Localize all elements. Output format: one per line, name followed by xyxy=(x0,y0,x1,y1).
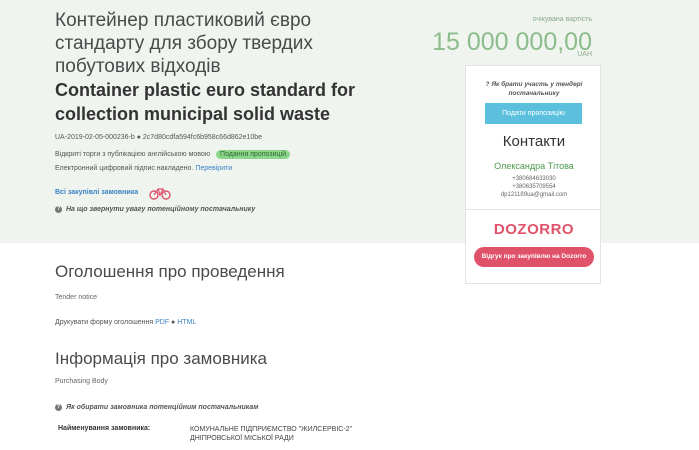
procedure-type-label: Відкриті торги з публікацією англійською… xyxy=(55,151,211,158)
print-pdf-link[interactable]: PDF xyxy=(155,319,169,326)
how-to-label: Як брати участь у тендері постачальнику xyxy=(491,81,583,97)
signature-line: Електронний цифровий підпис накладено. П… xyxy=(55,165,232,172)
question-icon: ? xyxy=(55,404,62,411)
price-value: 15 000 000,00 xyxy=(432,28,592,56)
buyer-title: Інформація про замовника xyxy=(55,349,268,368)
bicycle-icon[interactable] xyxy=(149,186,171,200)
contacts-title: Контакти xyxy=(502,133,566,150)
signature-text: Електронний цифровий підпис накладено. xyxy=(55,165,194,172)
status-badge: Подання пропозицій xyxy=(216,150,291,159)
notice-title: Оголошення про проведення xyxy=(55,262,285,281)
contact-name: Олександра Тітова xyxy=(494,161,574,171)
tender-title-en: Container plastic euro standard for coll… xyxy=(55,80,356,124)
buyer-name-value: КОМУНАЛЬНЕ ПІДПРИЄМСТВО "ЖИЛСЕРВІС-2" ДН… xyxy=(190,426,353,442)
tender-id: UA-2019-02-05-000236-b ● 2c7d80cdfa594fc… xyxy=(55,134,263,141)
print-notice-line: Друкувати форму оголошення PDF ● HTML xyxy=(55,319,196,326)
buyer-hint[interactable]: ? Як обирати замовника потенційним поста… xyxy=(55,404,258,411)
verify-signature-link[interactable]: Перевірити xyxy=(195,165,232,172)
sidebar-card: ? Як брати участь у тендері постачальник… xyxy=(465,65,602,284)
print-notice-label: Друкувати форму оголошення xyxy=(55,319,154,326)
dozorro-logo[interactable]: DOZORRO xyxy=(466,221,602,238)
dozorro-feedback-button[interactable]: Відгук про закупівлю на Dozorro xyxy=(474,247,594,267)
buyer-subtitle: Purchasing Body xyxy=(55,378,108,385)
buyer-name-label: Найменування замовника: xyxy=(58,425,151,432)
separator-dot: ● xyxy=(171,319,176,326)
question-icon: ? xyxy=(55,206,62,213)
contact-phone-1: +380684633030 xyxy=(512,176,556,182)
submit-proposal-button[interactable]: Подати пропозицію xyxy=(485,103,582,124)
tender-title-ua: Контейнер пластиковий євро стандарту для… xyxy=(55,10,313,77)
print-html-link[interactable]: HTML xyxy=(177,319,196,326)
supplier-hint-label: На що звернути увагу потенційному постач… xyxy=(66,206,256,213)
divider xyxy=(466,209,602,210)
supplier-hint[interactable]: ? На що звернути увагу потенційному пост… xyxy=(55,206,255,213)
price-label: очікувана вартість xyxy=(532,16,592,23)
how-to-participate[interactable]: ? Як брати участь у тендері постачальник… xyxy=(466,80,602,98)
question-icon: ? xyxy=(485,81,490,88)
buyer-hint-label: Як обирати замовника потенційним постача… xyxy=(66,404,259,411)
contact-email: dp121189ua@gmail.com xyxy=(500,192,568,198)
price-currency: UAH xyxy=(577,51,592,58)
procedure-type: Відкриті торги з публікацією англійською… xyxy=(55,150,291,159)
all-purchases-link[interactable]: Всі закупівлі замовника xyxy=(55,189,138,196)
notice-subtitle: Tender notice xyxy=(55,294,98,301)
contact-phone-2: +380635709554 xyxy=(512,184,556,190)
